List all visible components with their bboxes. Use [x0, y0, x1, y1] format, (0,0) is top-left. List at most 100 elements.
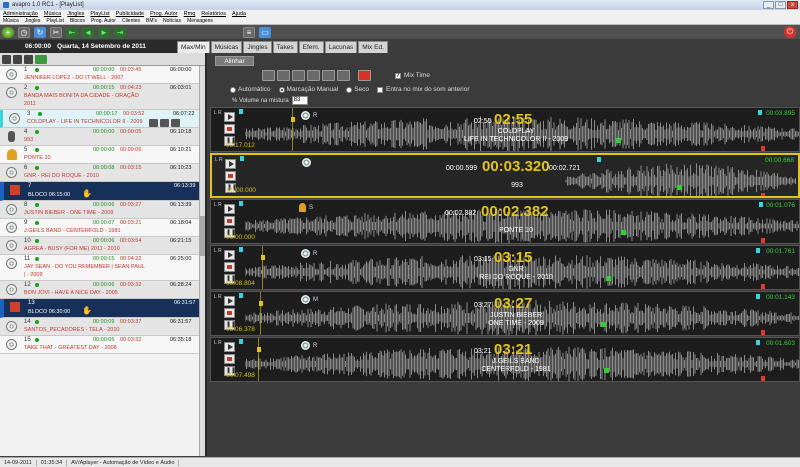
menu-administracao[interactable]: Administração: [3, 11, 38, 17]
monitor-icon[interactable]: [307, 70, 320, 81]
tab-alinhar[interactable]: Alinhar: [215, 56, 254, 66]
tab-efem[interactable]: Efem.: [298, 41, 324, 53]
tab-takes[interactable]: Takes: [272, 41, 298, 53]
mix-marker[interactable]: [616, 138, 621, 143]
add-icon[interactable]: [149, 119, 158, 127]
playlist-item[interactable]: 8 00:00:06 00:03:27 06:13:39 JUSTIN BIEBER -…: [0, 201, 205, 219]
mix-time-checkbox[interactable]: ✓ Mix Time: [395, 72, 430, 79]
cue-marker[interactable]: [239, 247, 243, 252]
playlist-item[interactable]: 9 00:00:07 00:03:21 06:18:04 J.GEILS BAND - …: [0, 219, 205, 237]
tab-mix-ed[interactable]: Mix Ed.: [358, 41, 388, 53]
scrollbar-thumb[interactable]: [200, 216, 205, 256]
playlist-item[interactable]: 2 00:00:15 00:04:23 06:03:01 BANDA MAIS BONI…: [0, 84, 205, 110]
play-button[interactable]: [224, 342, 235, 352]
playlist-item[interactable]: 15 00:00:05 00:03:32 06:35:18 TAKE THAT - GR…: [0, 336, 205, 354]
player-deck[interactable]: L R 00:07.498 00:01.603 R 03:2103:21J.GEILS …: [210, 337, 800, 382]
stop-button[interactable]: [224, 262, 235, 272]
menu-publicidade[interactable]: Publicidade: [116, 11, 144, 17]
tab-musicas[interactable]: Músicas: [210, 41, 243, 53]
end-marker[interactable]: [758, 110, 762, 115]
radio-marcacao-manual[interactable]: [278, 86, 285, 93]
quick-clientes[interactable]: Clientes: [122, 18, 140, 24]
mix-marker[interactable]: [604, 368, 609, 373]
player-deck[interactable]: L R 00:00.000 00:01.076 S 00:02.382 00:02.382…: [210, 199, 800, 244]
arrow-last-icon[interactable]: ⇥: [114, 26, 126, 38]
stop-button[interactable]: [224, 216, 235, 226]
refresh-icon[interactable]: ↻: [34, 26, 46, 38]
end-marker[interactable]: [756, 294, 760, 299]
play-button[interactable]: [224, 112, 235, 122]
end-marker[interactable]: [759, 202, 763, 207]
hammer-icon[interactable]: [262, 70, 275, 81]
playlist-item[interactable]: 14 00:00:09 00:03:37 06:31:57 SANTOS_PECADOR…: [0, 318, 205, 336]
save-icon[interactable]: [337, 70, 350, 81]
player-deck[interactable]: L R 00:00.000 00:00.668 00:00.599 00:03.3200…: [210, 153, 800, 198]
playlist-item[interactable]: 5 00:00:00 00:00:05 06:10:21 PONTE 10: [0, 146, 205, 164]
playlist-item[interactable]: 3 00:00:17 00:03:52 06:07:22 COLDPLAY - LIFE…: [0, 110, 205, 128]
play-button[interactable]: [224, 204, 235, 214]
menu-ajuda[interactable]: Ajuda: [232, 11, 246, 17]
quick-blocos[interactable]: Blocos: [70, 18, 85, 24]
close-button[interactable]: x: [787, 1, 798, 9]
arrow-first-icon[interactable]: ⇤: [66, 26, 78, 38]
volume-input[interactable]: 83: [291, 96, 308, 105]
playlist-item[interactable]: 6 00:00:08 00:03:15 06:10:23 GNR - REI DO RO…: [0, 164, 205, 182]
play-button[interactable]: [225, 159, 236, 169]
radio-seco[interactable]: [346, 86, 353, 93]
arrow-next-icon[interactable]: ►: [98, 26, 110, 38]
quick-playlist[interactable]: PlayList: [46, 18, 64, 24]
end-marker[interactable]: [756, 340, 760, 345]
stop-button[interactable]: [224, 308, 235, 318]
radio-automatico[interactable]: [230, 86, 236, 93]
camera-icon[interactable]: [322, 70, 335, 81]
fade-icon[interactable]: [292, 70, 305, 81]
out-marker[interactable]: [761, 330, 765, 335]
delete-icon[interactable]: [160, 119, 169, 127]
menu-jingles[interactable]: Jingles: [67, 11, 84, 17]
play-button[interactable]: [224, 250, 235, 260]
out-marker[interactable]: [761, 238, 765, 243]
mix-marker[interactable]: [606, 276, 611, 281]
mix-marker[interactable]: [677, 185, 682, 190]
quick-mensagens[interactable]: Mensagens: [187, 18, 213, 24]
playlist-item[interactable]: 11 00:00:15 00:04:22 06:25:00 JAY SEAN - DO …: [0, 255, 205, 281]
power-icon[interactable]: ⏻: [784, 26, 796, 38]
player-deck[interactable]: L R00:17.01200:03.895R02:5502:55COLDPLAY…: [210, 107, 800, 152]
add-icon[interactable]: +: [2, 26, 14, 38]
cue-marker[interactable]: [239, 109, 243, 114]
document-icon[interactable]: ≡: [243, 26, 255, 38]
minimize-button[interactable]: _: [763, 1, 774, 9]
menu-rmq[interactable]: Rmq: [184, 11, 196, 17]
end-marker[interactable]: [597, 157, 601, 162]
maximize-button[interactable]: □: [775, 1, 786, 9]
move-down-icon[interactable]: [13, 54, 22, 64]
menu-musica[interactable]: Música: [44, 11, 61, 17]
level-icon[interactable]: [277, 70, 290, 81]
quick-jingles[interactable]: Jingles: [25, 18, 41, 24]
stop-button[interactable]: [224, 354, 235, 364]
playlist-bloco[interactable]: 13 ✋ 06:31:57 BLOCO 06:30:00: [0, 299, 205, 318]
entra-checkbox[interactable]: [377, 86, 384, 93]
menu-relatorios[interactable]: Relatórios: [201, 11, 226, 17]
move-top-icon[interactable]: [24, 54, 33, 64]
mix-marker[interactable]: [601, 322, 606, 327]
playlist-item[interactable]: 4 00:00:00 00:00:05 06:10:18 993: [0, 128, 205, 146]
tab-jingles[interactable]: Jingles: [243, 41, 272, 53]
move-up-icon[interactable]: [2, 54, 11, 64]
play-button[interactable]: [224, 296, 235, 306]
stop-button[interactable]: [224, 124, 235, 134]
cue-marker[interactable]: [239, 339, 243, 344]
mix-time-check-icon[interactable]: ✓: [395, 72, 401, 79]
playlist-bloco[interactable]: 7 ✋ 06:13:39 BLOCO 06:15:00: [0, 182, 205, 201]
clock-icon[interactable]: [171, 119, 180, 127]
playlist-item[interactable]: 10 00:00:06 00:03:54 06:21:15 AGREA - BUSY (…: [0, 237, 205, 255]
player-deck[interactable]: L R00:08.80400:01.761R03:1503:15GNRREI D…: [210, 245, 800, 290]
quick-noticias[interactable]: Notícias: [163, 18, 181, 24]
playlist-scrollbar[interactable]: [199, 66, 205, 456]
menu-prog-autor[interactable]: Prog. Autor: [150, 11, 178, 17]
out-marker[interactable]: [761, 146, 765, 151]
playlist-item[interactable]: 12 00:00:06 00:03:32 06:28:24 BON JOVI - HAV…: [0, 281, 205, 299]
player-deck[interactable]: L R00:06.37800:01.143M03:2703:27JUSTIN B…: [210, 291, 800, 336]
tab-max-min[interactable]: Max/Min: [177, 41, 210, 53]
cue-marker[interactable]: [240, 156, 244, 161]
